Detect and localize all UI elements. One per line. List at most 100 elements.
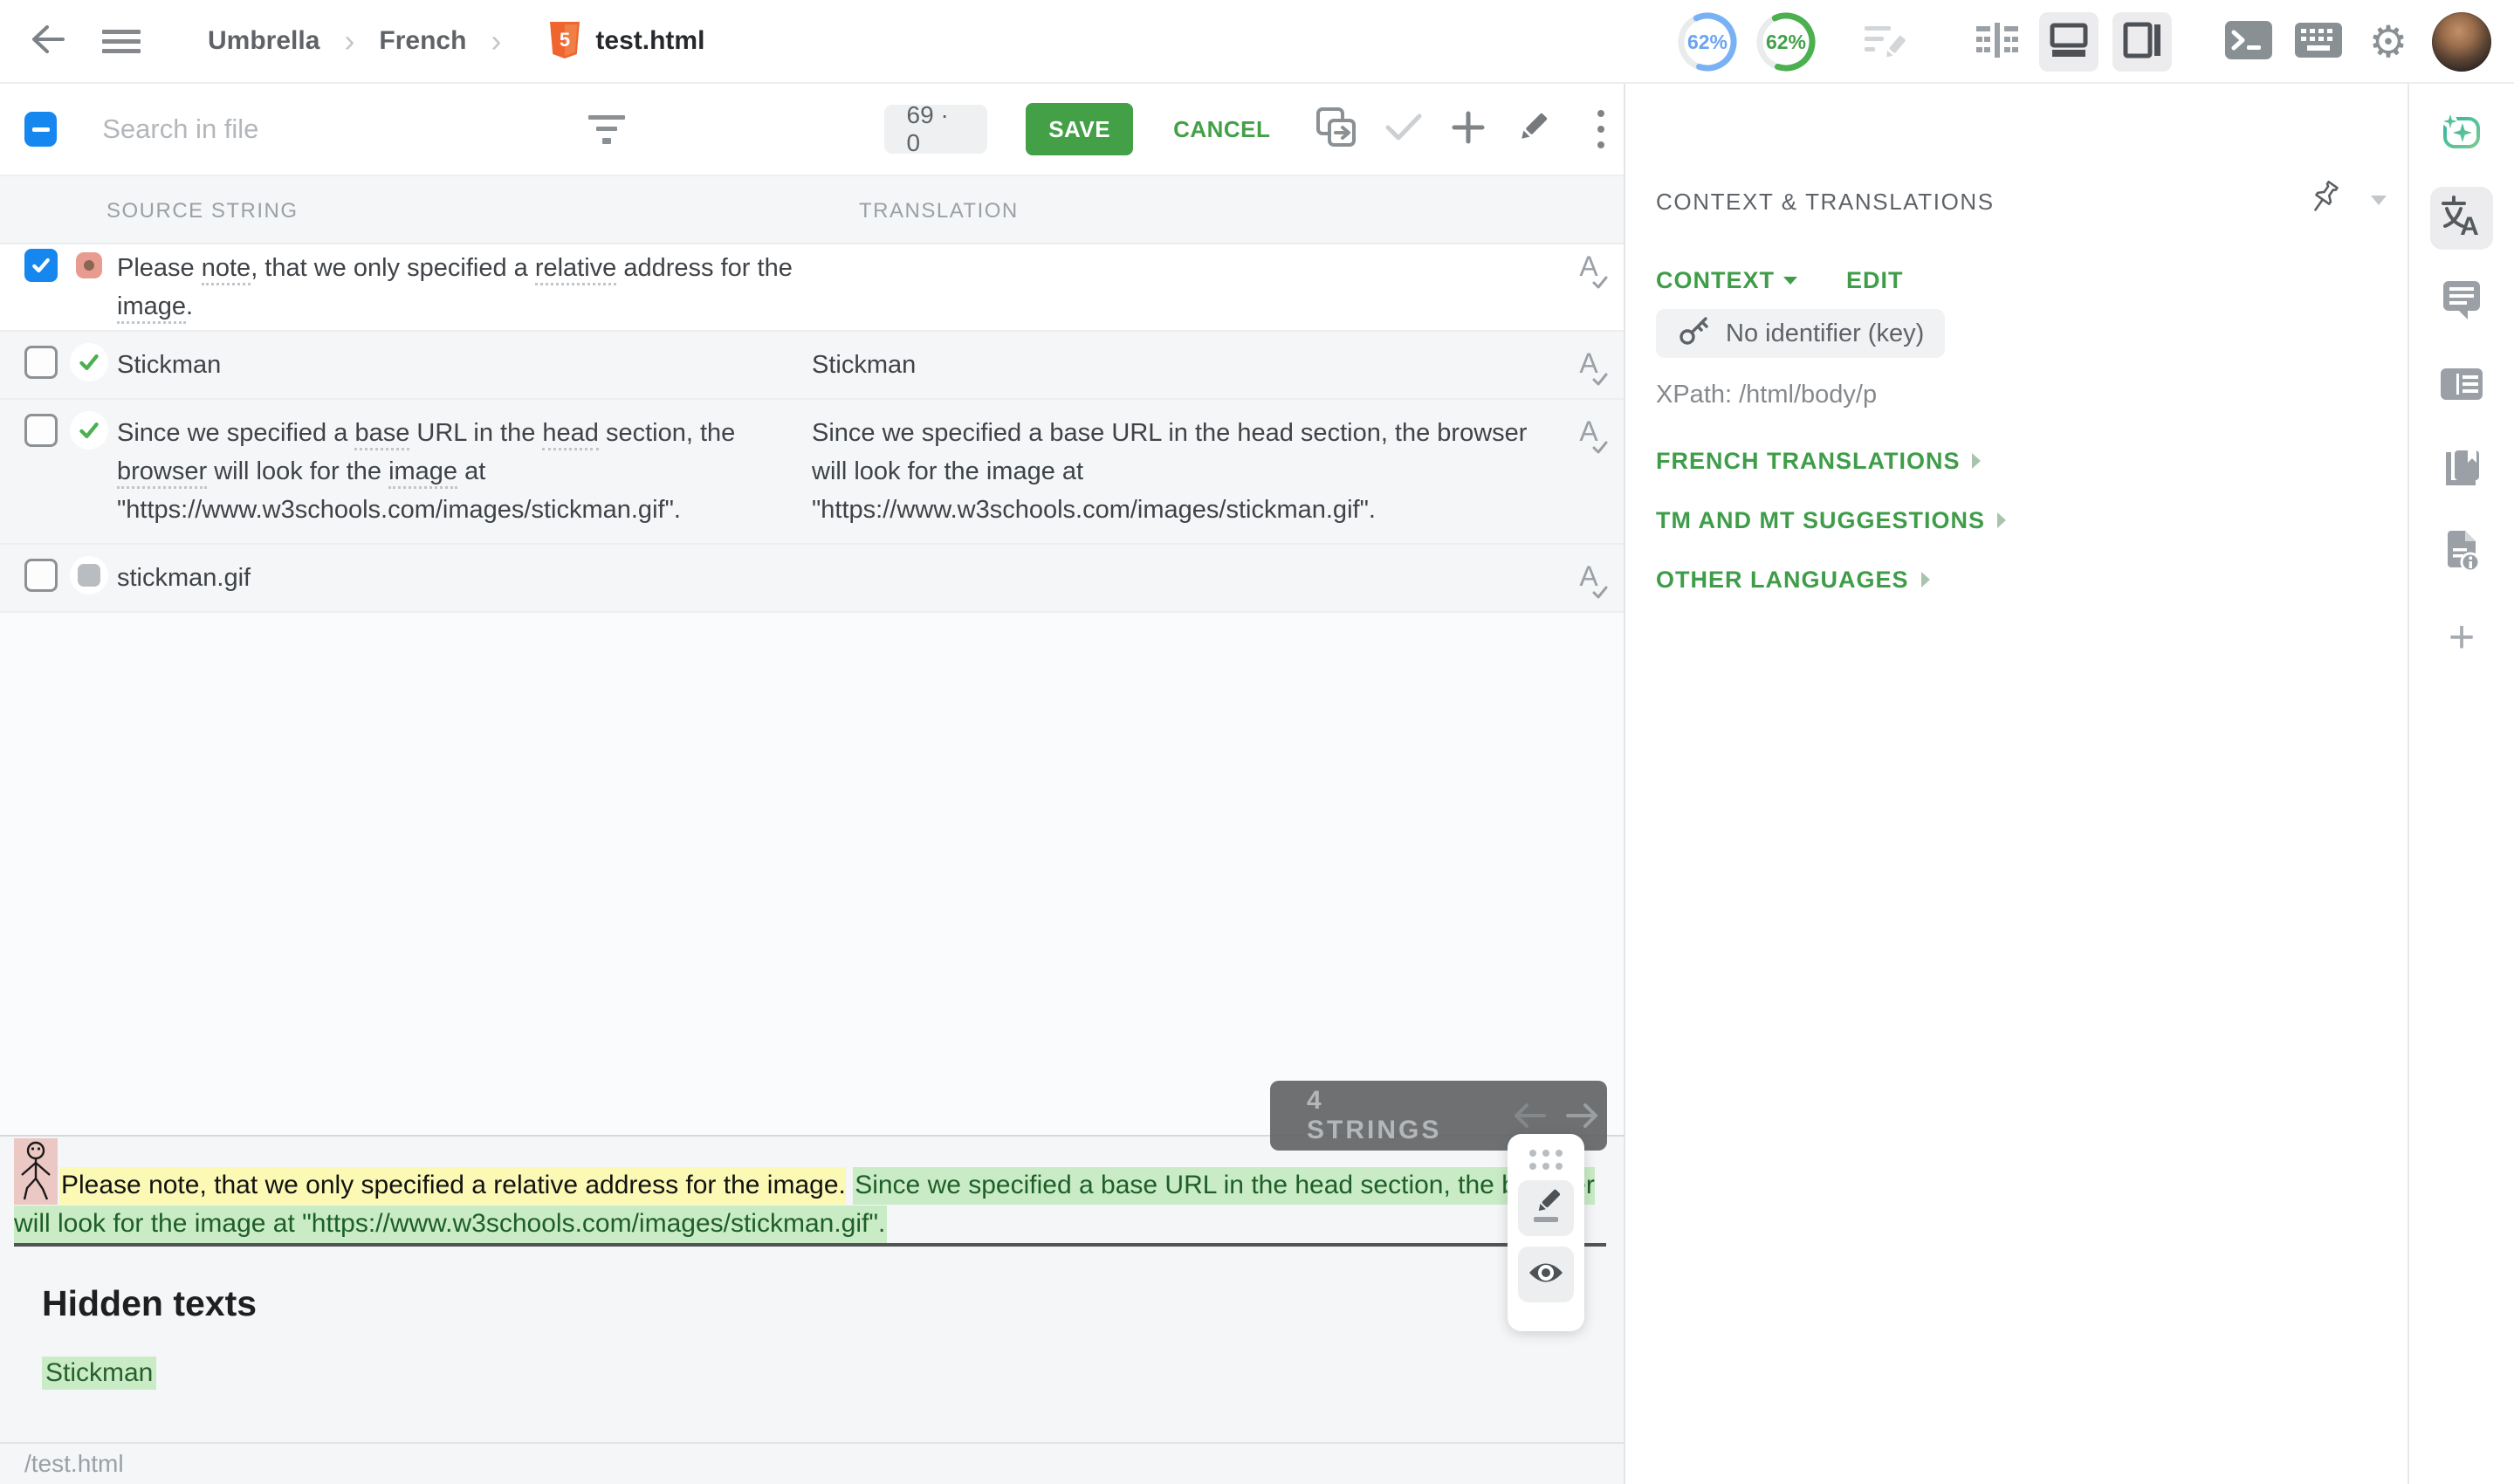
glossary-tab-button[interactable] <box>2430 354 2493 417</box>
source-text[interactable]: Since we specified a base URL in the hea… <box>117 414 812 529</box>
table-header: SOURCE STRING TRANSLATION <box>0 175 1624 244</box>
comments-tab-button[interactable] <box>2430 271 2493 333</box>
pin-panel-button[interactable] <box>2306 178 2345 224</box>
glossary-term[interactable]: relative <box>535 254 617 285</box>
translation-text[interactable]: Stickman <box>812 346 1554 384</box>
collapse-panel-button[interactable] <box>2371 196 2387 205</box>
ai-assistant-button[interactable] <box>2430 103 2493 166</box>
breadcrumb-file[interactable]: test.html <box>595 26 704 56</box>
glossary-term[interactable]: image <box>117 292 186 324</box>
ai-sparkle-icon <box>2439 110 2484 160</box>
approve-button[interactable] <box>1381 105 1426 154</box>
settings-button[interactable]: ⚙ <box>2360 14 2416 70</box>
row-checkbox[interactable] <box>24 346 58 379</box>
edit-context-button[interactable]: EDIT <box>1846 267 1904 294</box>
string-row[interactable]: stickman.gif A <box>0 545 1624 613</box>
bottom-panel-view-button[interactable] <box>2039 12 2098 72</box>
identifier-text: No identifier (key) <box>1726 319 1924 348</box>
breadcrumb-language[interactable]: French <box>379 26 466 56</box>
pin-icon <box>2306 209 2345 223</box>
progress-value: 62% <box>1753 9 1819 75</box>
glossary-term[interactable]: image <box>388 457 457 489</box>
keyboard-icon <box>2293 19 2344 65</box>
string-row[interactable]: Since we specified a base URL in the hea… <box>0 400 1624 545</box>
spellcheck-icon[interactable]: A <box>1554 560 1624 593</box>
spellcheck-icon[interactable]: A <box>1554 347 1624 380</box>
menu-button[interactable] <box>91 15 152 67</box>
save-button[interactable]: SAVE <box>1026 103 1133 155</box>
breadcrumb: Umbrella › French › 5 test.html <box>208 21 704 61</box>
file-path-bar: /test.html <box>0 1442 1625 1484</box>
chevron-right-icon <box>1997 512 2006 528</box>
side-by-side-view-button[interactable] <box>1969 14 2025 70</box>
duplicate-button[interactable] <box>1314 105 1359 154</box>
edit-preview-button[interactable] <box>1518 1180 1574 1236</box>
previous-string-button[interactable] <box>1504 1102 1556 1130</box>
keyboard-shortcuts-button[interactable] <box>2291 14 2346 70</box>
row-checkbox[interactable] <box>24 414 58 447</box>
next-string-button[interactable] <box>1556 1102 1607 1130</box>
breadcrumb-project[interactable]: Umbrella <box>208 26 319 56</box>
status-translated-icon <box>70 343 108 381</box>
terminal-button[interactable] <box>2221 14 2277 70</box>
select-all-checkbox[interactable] <box>24 112 57 147</box>
section-french-translations[interactable]: FRENCH TRANSLATIONS <box>1656 431 2006 491</box>
xpath-text: XPath: /html/body/p <box>1656 381 1877 409</box>
highlighted-untranslated-text[interactable]: Please note, that we only specified a re… <box>59 1167 846 1205</box>
cancel-button[interactable]: CANCEL <box>1173 116 1270 143</box>
edit-string-button[interactable] <box>1510 105 1556 154</box>
terminal-icon <box>2223 19 2274 65</box>
strings-count-label: 4 STRINGS <box>1307 1086 1466 1145</box>
avatar[interactable] <box>2432 12 2491 72</box>
toggle-preview-button[interactable] <box>1518 1247 1574 1302</box>
back-button[interactable] <box>17 15 79 67</box>
search-input[interactable] <box>102 113 459 145</box>
chevron-right-icon <box>1921 572 1930 587</box>
context-dropdown[interactable]: CONTEXT <box>1656 267 1797 294</box>
drag-handle[interactable] <box>1529 1150 1563 1170</box>
glossary-term[interactable]: browser <box>117 457 207 489</box>
svg-text:5: 5 <box>560 29 570 51</box>
source-column-header: SOURCE STRING <box>106 199 299 223</box>
filter-icon <box>588 115 625 120</box>
menu-icon <box>102 24 141 58</box>
row-checkbox-checked[interactable] <box>24 249 58 282</box>
section-tm-and-mt-suggestions[interactable]: TM AND MT SUGGESTIONS <box>1656 491 2006 550</box>
approval-progress-ring: 62% <box>1753 9 1819 75</box>
preview-tools-panel <box>1508 1134 1584 1331</box>
right-panel-view-button[interactable] <box>2112 12 2172 72</box>
source-text[interactable]: Stickman <box>117 346 812 384</box>
string-rows: Please note, that we only specified a re… <box>0 244 1624 613</box>
side-by-side-view-icon <box>1975 19 2020 65</box>
row-checkbox[interactable] <box>24 559 58 592</box>
add-string-button[interactable] <box>1446 105 1491 154</box>
edit-list-button[interactable] <box>1858 14 1913 70</box>
translations-tab-button[interactable]: A <box>2430 187 2493 250</box>
right-icon-rail: A <box>2408 84 2514 1484</box>
hidden-text-item[interactable]: Stickman <box>42 1357 156 1390</box>
spellcheck-icon[interactable]: A <box>1554 251 1624 283</box>
spellcheck-icon[interactable]: A <box>1554 416 1624 448</box>
source-text[interactable]: stickman.gif <box>117 559 812 597</box>
html-preview-pane: Please note, that we only specified a re… <box>0 1135 1625 1442</box>
top-bar: Umbrella › French › 5 test.html 62% <box>0 0 2514 84</box>
filter-button[interactable] <box>582 103 631 155</box>
add-panel-button[interactable]: + <box>2430 606 2493 669</box>
strings-toolbar: 69 · 0 SAVE CANCEL <box>0 84 1624 175</box>
glossary-term[interactable]: base <box>354 419 409 450</box>
duplicate-icon <box>1315 106 1358 154</box>
source-text[interactable]: Please note, that we only specified a re… <box>117 249 812 326</box>
section-other-languages[interactable]: OTHER LANGUAGES <box>1656 550 2006 609</box>
translate-icon: A <box>2438 193 2485 244</box>
string-row[interactable]: StickmanStickmanA <box>0 332 1624 400</box>
glossary-term[interactable]: head <box>542 419 599 450</box>
more-options-button[interactable] <box>1578 105 1624 154</box>
string-row[interactable]: Please note, that we only specified a re… <box>0 244 1624 332</box>
glossary-term[interactable]: note <box>202 254 251 285</box>
section-label: TM AND MT SUGGESTIONS <box>1656 507 1985 534</box>
file-info-tab-button[interactable] <box>2430 522 2493 585</box>
translation-text[interactable]: Since we specified a base URL in the hea… <box>812 414 1554 529</box>
section-label: OTHER LANGUAGES <box>1656 567 1909 594</box>
stickman-image[interactable] <box>14 1138 58 1205</box>
dictionary-tab-button[interactable] <box>2430 438 2493 501</box>
